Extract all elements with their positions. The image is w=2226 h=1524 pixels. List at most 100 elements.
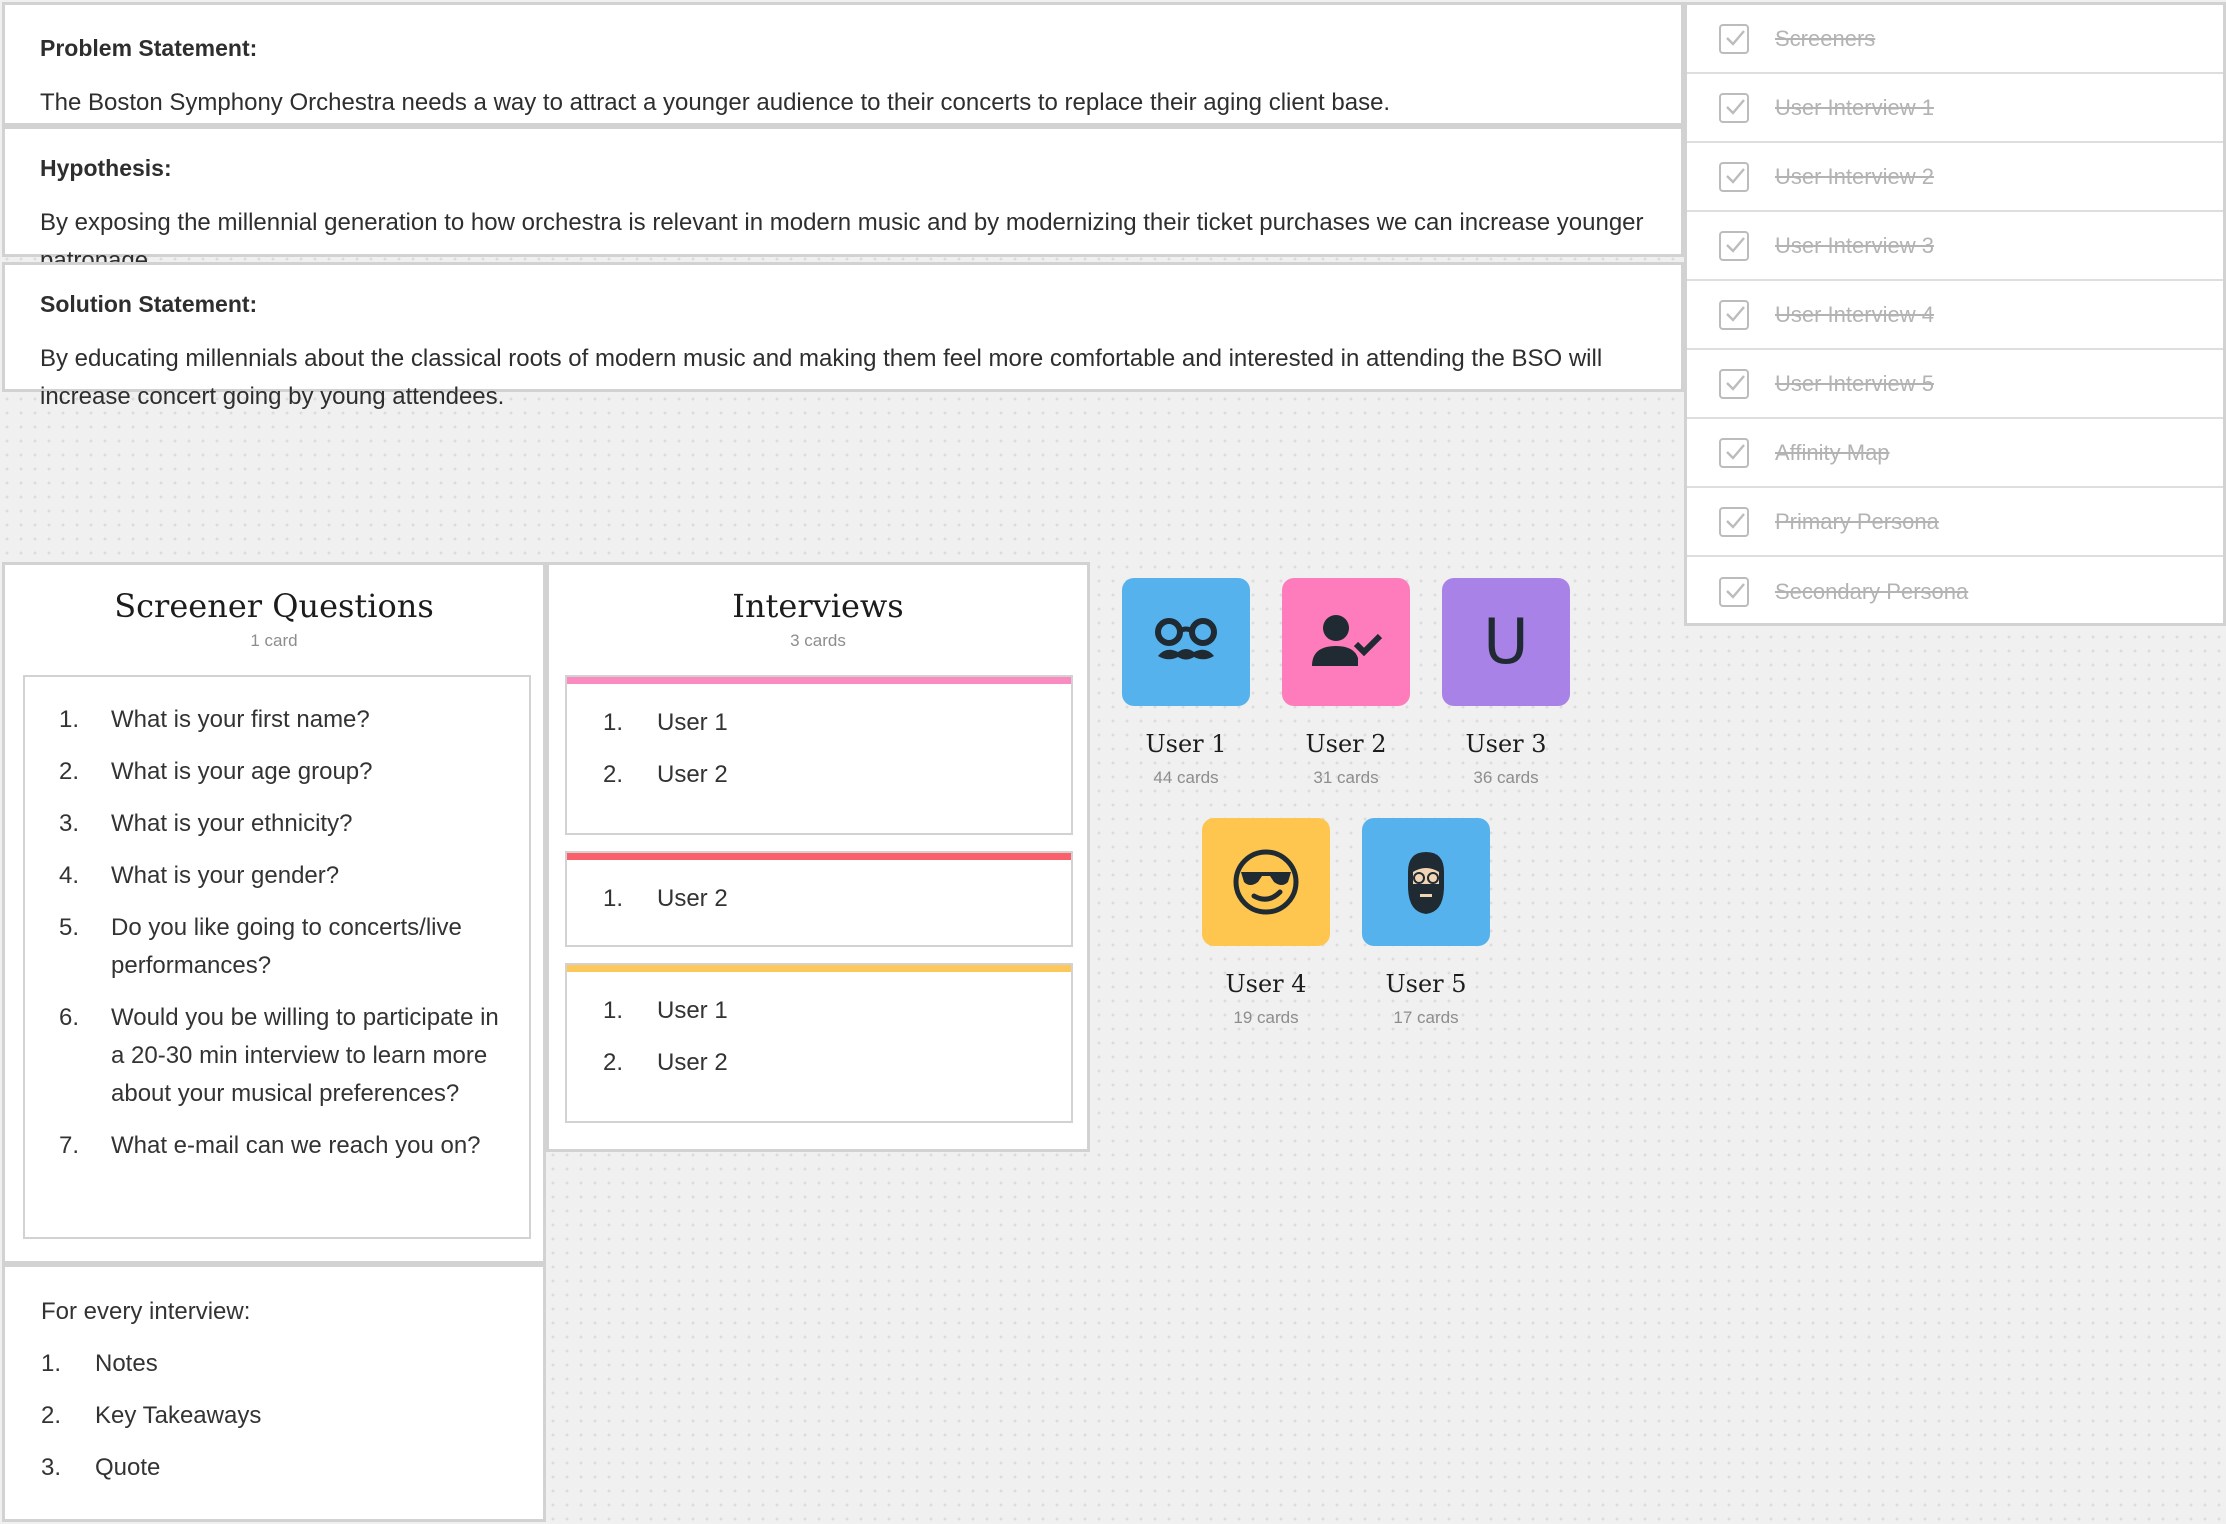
list-item: 2. What is your age group? xyxy=(59,753,509,791)
list-item-text: User 2 xyxy=(657,761,728,788)
checklist-item-label: User Interview 4 xyxy=(1775,301,1934,327)
checklist-item[interactable]: User Interview 1 xyxy=(1687,74,2223,143)
list-item: 1. User 1 xyxy=(603,704,1071,742)
checklist-item[interactable]: Affinity Map xyxy=(1687,419,2223,488)
list-item: 6. Would you be willing to participate in… xyxy=(59,999,509,1113)
user-5-name[interactable]: User 5 xyxy=(1346,970,1506,998)
checklist-item-label: User Interview 1 xyxy=(1775,94,1934,120)
list-item-text: Quote xyxy=(95,1454,161,1481)
solution-statement-card[interactable]: Solution Statement: By educating millenn… xyxy=(2,262,1684,410)
problem-statement-card[interactable]: Problem Statement: The Boston Symphony O… xyxy=(2,2,1684,126)
checklist-item[interactable]: User Interview 2 xyxy=(1687,143,2223,212)
list-item: 7. What e-mail can we reach you on? xyxy=(59,1127,509,1165)
list-item-text: Do you like going to concerts/live perfo… xyxy=(111,914,462,979)
checkbox-checked-icon[interactable] xyxy=(1719,23,1749,54)
user-check-icon xyxy=(1312,615,1383,666)
checklist-item[interactable]: User Interview 5 xyxy=(1687,350,2223,419)
list-item: 1. User 1 xyxy=(603,992,1071,1030)
checkbox-checked-icon[interactable] xyxy=(1719,368,1749,399)
list-item-number: 2. xyxy=(603,1049,624,1076)
list-item-number: 6. xyxy=(59,1004,80,1031)
problem-statement-label: Problem Statement: xyxy=(40,35,258,61)
list-item-text: What is your first name? xyxy=(111,706,370,733)
list-item: 1. User 2 xyxy=(603,880,1071,918)
user-2-card-count: 31 cards xyxy=(1313,768,1379,787)
checkbox-checked-icon[interactable] xyxy=(1719,92,1749,123)
checkbox-checked-icon[interactable] xyxy=(1719,506,1749,537)
list-item: 3. What is your ethnicity? xyxy=(59,805,509,843)
list-item: 2. User 2 xyxy=(603,1044,1071,1082)
hypothesis-card[interactable]: Hypothesis: By exposing the millennial g… xyxy=(2,126,1684,274)
interview-card[interactable]: 1. User 1 2. User 2 xyxy=(565,675,1073,835)
list-item: 2. Key Takeaways xyxy=(41,1397,543,1435)
letter-u-icon: U xyxy=(1483,605,1529,678)
list-item-number: 2. xyxy=(41,1402,62,1429)
interview-card-color-bar xyxy=(567,965,1071,972)
checklist-item-label: User Interview 2 xyxy=(1775,163,1934,189)
user-4-tile[interactable] xyxy=(1202,818,1330,946)
user-1-name[interactable]: User 1 xyxy=(1106,730,1266,758)
interview-card-color-bar xyxy=(567,677,1071,684)
screener-questions-count: 1 card xyxy=(250,631,298,650)
list-item: 3. Quote xyxy=(41,1449,543,1487)
list-item: 5. Do you like going to concerts/live per… xyxy=(59,909,509,985)
checklist-item[interactable]: Secondary Persona xyxy=(1687,557,2223,626)
checklist-item[interactable]: Primary Persona xyxy=(1687,488,2223,557)
user-3-tile[interactable]: U xyxy=(1442,578,1570,706)
checklist-item-label: Affinity Map xyxy=(1775,439,1890,465)
list-item-text: User 1 xyxy=(657,709,728,736)
interviews-title: Interviews xyxy=(732,587,904,625)
problem-statement-text: The Boston Symphony Orchestra needs a wa… xyxy=(40,89,1391,116)
interview-card[interactable]: 1. User 1 2. User 2 xyxy=(565,963,1073,1123)
list-item-text: User 2 xyxy=(657,1049,728,1076)
user-1-card-count: 44 cards xyxy=(1153,768,1219,787)
list-item-number: 3. xyxy=(41,1454,62,1481)
list-item-number: 1. xyxy=(603,997,624,1024)
user-4-card-count: 19 cards xyxy=(1233,1008,1299,1027)
list-item-number: 7. xyxy=(59,1132,80,1159)
user-5-tile[interactable] xyxy=(1362,818,1490,946)
checklist-item-label: User Interview 3 xyxy=(1775,232,1934,258)
checkbox-checked-icon[interactable] xyxy=(1719,437,1749,468)
list-item-number: 4. xyxy=(59,862,80,889)
checkbox-checked-icon[interactable] xyxy=(1719,576,1749,607)
checkbox-checked-icon[interactable] xyxy=(1719,230,1749,261)
interviews-column[interactable]: Interviews 3 cards 1. User 1 2. User 2 1. U… xyxy=(546,562,1090,1152)
checkbox-checked-icon[interactable] xyxy=(1719,161,1749,192)
list-item: 1. What is your first name? xyxy=(59,701,509,739)
screener-questions-column[interactable]: Screener Questions 1 card 1. What is your… xyxy=(2,562,546,1264)
hypothesis-label: Hypothesis: xyxy=(40,155,172,181)
checklist-item[interactable]: User Interview 3 xyxy=(1687,212,2223,281)
screener-questions-title: Screener Questions xyxy=(114,587,434,625)
list-item-number: 1. xyxy=(41,1350,62,1377)
user-2-name[interactable]: User 2 xyxy=(1266,730,1426,758)
list-item-text: What is your ethnicity? xyxy=(111,810,353,837)
list-item-number: 1. xyxy=(59,706,80,733)
interview-card-color-bar xyxy=(567,853,1071,860)
checkbox-checked-icon[interactable] xyxy=(1719,299,1749,330)
list-item-text: What e-mail can we reach you on? xyxy=(111,1132,481,1159)
list-item-text: Key Takeaways xyxy=(95,1402,262,1429)
every-interview-heading: For every interview: xyxy=(41,1298,251,1325)
checklist-item-label: Screeners xyxy=(1775,25,1876,51)
interviews-count: 3 cards xyxy=(790,631,846,650)
user-3-name[interactable]: User 3 xyxy=(1426,730,1586,758)
list-item-number: 3. xyxy=(59,810,80,837)
user-5-card-count: 17 cards xyxy=(1393,1008,1459,1027)
interview-card[interactable]: 1. User 2 xyxy=(565,851,1073,947)
list-item-number: 2. xyxy=(603,761,624,788)
checklist-item-label: User Interview 5 xyxy=(1775,370,1934,396)
user-4-name[interactable]: User 4 xyxy=(1186,970,1346,998)
user-1-tile[interactable] xyxy=(1122,578,1250,706)
checklist-item[interactable]: User Interview 4 xyxy=(1687,281,2223,350)
checklist-item[interactable]: Screeners xyxy=(1687,5,2223,74)
every-interview-card[interactable]: For every interview: 1. Notes 2. Key Takea… xyxy=(2,1264,546,1522)
list-item-text: What is your gender? xyxy=(111,862,340,889)
user-2-tile[interactable] xyxy=(1282,578,1410,706)
list-item-text: User 2 xyxy=(657,885,728,912)
screener-questions-card[interactable]: 1. What is your first name? 2. What is you… xyxy=(23,675,531,1239)
research-checklist: Screeners User Interview 1 User Intervie… xyxy=(1684,2,2226,626)
user-3-card-count: 36 cards xyxy=(1473,768,1539,787)
list-item: 2. User 2 xyxy=(603,756,1071,794)
solution-statement-label: Solution Statement: xyxy=(40,291,258,317)
